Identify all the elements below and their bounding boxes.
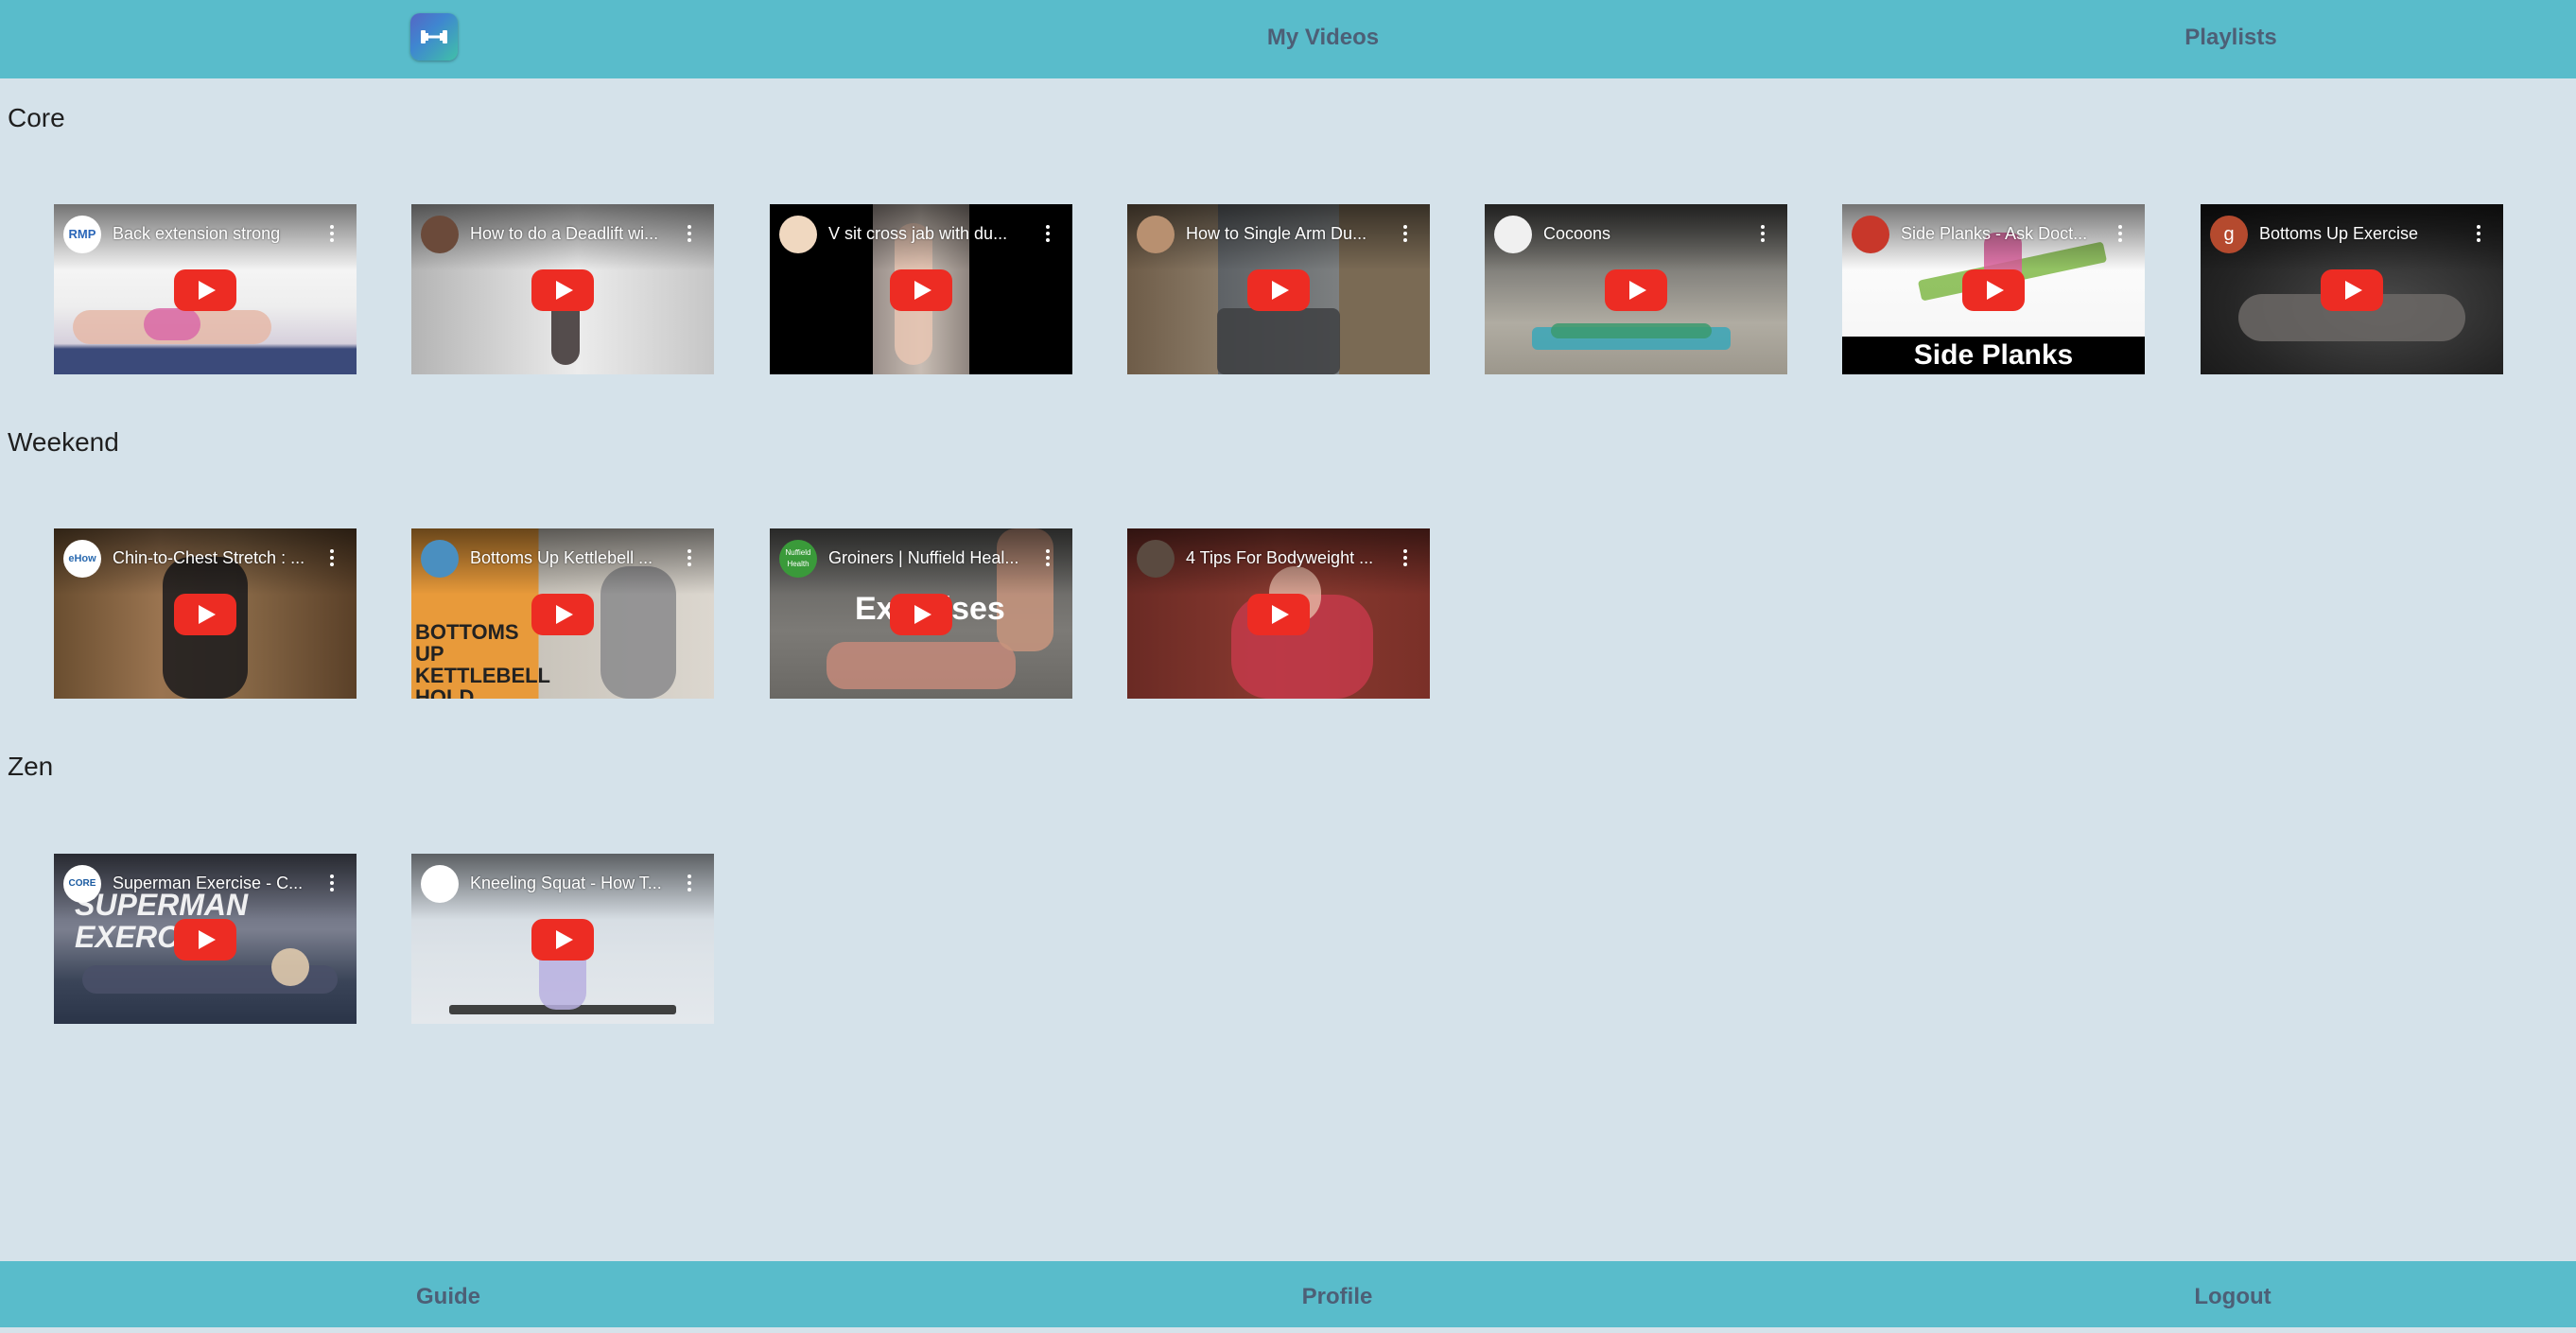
video-card[interactable]: How to Single Arm Du... <box>1127 204 1430 374</box>
profile-link[interactable]: Profile <box>1302 1261 1373 1327</box>
video-card[interactable]: Cocoons <box>1485 204 1787 374</box>
video-card[interactable]: Exercises Nuffield Health Groiners | Nuf… <box>770 528 1072 699</box>
logout-link[interactable]: Logout <box>2194 1261 2271 1327</box>
play-button-icon[interactable] <box>1247 594 1310 635</box>
video-title: Bottoms Up Exercise <box>2259 224 2419 243</box>
channel-avatar <box>1494 216 1532 253</box>
play-button-icon[interactable] <box>174 594 236 635</box>
more-options-icon[interactable] <box>330 874 334 894</box>
more-options-icon[interactable] <box>688 874 691 894</box>
channel-avatar: Nuffield Health <box>779 540 817 578</box>
channel-avatar <box>1137 540 1175 578</box>
play-button-icon[interactable] <box>890 594 952 635</box>
video-card[interactable]: 4 Tips For Bodyweight ... <box>1127 528 1430 699</box>
play-button-icon[interactable] <box>174 919 236 961</box>
video-title: How to do a Deadlift wi... <box>470 224 659 243</box>
channel-avatar <box>421 865 459 903</box>
video-title: Side Planks - Ask Doct... <box>1901 224 2088 243</box>
video-title: Back extension strong <box>113 224 281 243</box>
channel-avatar <box>1852 216 1889 253</box>
video-card[interactable]: V sit cross jab with du... <box>770 204 1072 374</box>
more-options-icon[interactable] <box>330 549 334 569</box>
video-card[interactable]: BOTTOMS UP KETTLEBELL HOLD Bottoms Up Ke… <box>411 528 714 699</box>
video-title: 4 Tips For Bodyweight ... <box>1186 548 1374 567</box>
video-title: Superman Exercise - C... <box>113 874 304 892</box>
video-title: Kneeling Squat - How T... <box>470 874 662 892</box>
video-card[interactable]: How to do a Deadlift wi... <box>411 204 714 374</box>
video-title: Cocoons <box>1543 224 1611 243</box>
channel-avatar <box>779 216 817 253</box>
video-card[interactable]: Kneeling Squat - How T... <box>411 854 714 1024</box>
video-card[interactable]: Side Planks - Ask Doct... Side Planks <box>1842 204 2145 374</box>
more-options-icon[interactable] <box>2477 225 2480 245</box>
guide-link[interactable]: Guide <box>416 1261 480 1327</box>
my-videos-link[interactable]: My Videos <box>1267 0 1379 78</box>
play-button-icon[interactable] <box>531 269 594 311</box>
play-button-icon[interactable] <box>1605 269 1667 311</box>
video-title: V sit cross jab with du... <box>828 224 1008 243</box>
more-options-icon[interactable] <box>688 549 691 569</box>
more-options-icon[interactable] <box>1403 225 1407 245</box>
section-title-core: Core <box>8 103 65 132</box>
more-options-icon[interactable] <box>688 225 691 245</box>
play-button-icon[interactable] <box>531 919 594 961</box>
more-options-icon[interactable] <box>2118 225 2122 245</box>
more-options-icon[interactable] <box>330 225 334 245</box>
channel-avatar: RMP <box>63 216 101 253</box>
play-button-icon[interactable] <box>890 269 952 311</box>
play-button-icon[interactable] <box>174 269 236 311</box>
play-button-icon[interactable] <box>2321 269 2383 311</box>
video-title: Bottoms Up Kettlebell ... <box>470 548 653 567</box>
video-card[interactable]: RMP Back extension strong <box>54 204 357 374</box>
video-title: Chin-to-Chest Stretch : ... <box>113 548 305 567</box>
section-title-weekend: Weekend <box>8 427 119 457</box>
play-button-icon[interactable] <box>1247 269 1310 311</box>
video-card[interactable]: g Bottoms Up Exercise <box>2201 204 2503 374</box>
channel-avatar <box>1137 216 1175 253</box>
channel-avatar: eHow <box>63 540 101 578</box>
video-caption: Side Planks <box>1842 337 2145 374</box>
video-title: Groiners | Nuffield Heal... <box>828 548 1019 567</box>
video-card[interactable]: eHow Chin-to-Chest Stretch : ... <box>54 528 357 699</box>
play-button-icon[interactable] <box>1962 269 2025 311</box>
bottom-nav-bar: Guide Profile Logout <box>0 1261 2576 1327</box>
dumbbell-icon[interactable] <box>410 13 458 61</box>
more-options-icon[interactable] <box>1046 549 1050 569</box>
video-overlay-text: BOTTOMS UP KETTLEBELL HOLD <box>415 620 550 699</box>
section-title-zen: Zen <box>8 752 54 781</box>
top-nav-bar: My Videos Playlists <box>0 0 2576 78</box>
playlists-link[interactable]: Playlists <box>2184 0 2276 78</box>
more-options-icon[interactable] <box>1403 549 1407 569</box>
channel-avatar: g <box>2210 216 2248 253</box>
more-options-icon[interactable] <box>1761 225 1765 245</box>
play-button-icon[interactable] <box>531 594 594 635</box>
channel-avatar <box>421 540 459 578</box>
more-options-icon[interactable] <box>1046 225 1050 245</box>
channel-avatar <box>421 216 459 253</box>
video-title: How to Single Arm Du... <box>1186 224 1367 243</box>
video-card[interactable]: SUPERMAN EXERCISE CORE Superman Exercise… <box>54 854 357 1024</box>
channel-avatar: CORE <box>63 865 101 903</box>
